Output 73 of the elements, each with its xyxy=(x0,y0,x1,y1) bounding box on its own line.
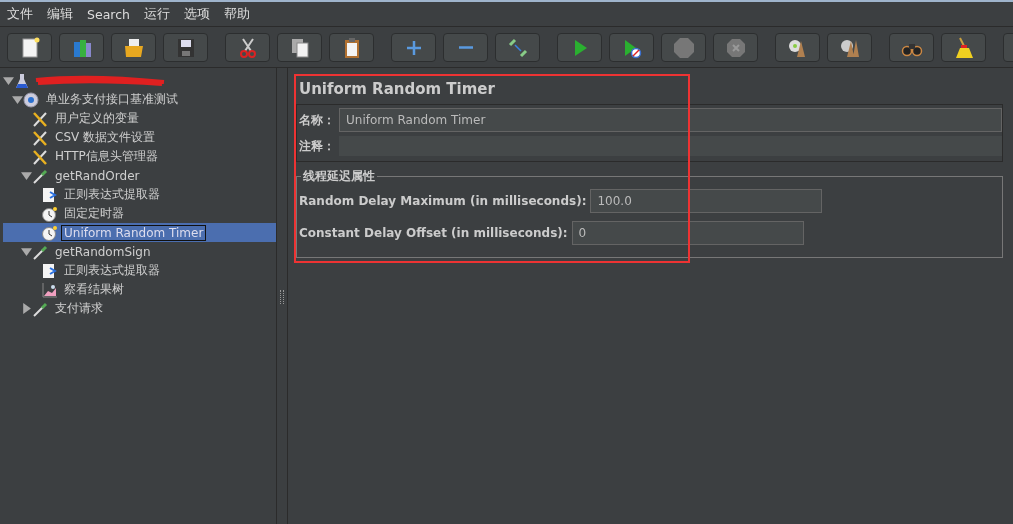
tree-item-label: 察看结果树 xyxy=(63,281,125,298)
comment-field[interactable] xyxy=(339,136,1002,156)
splitter-grip[interactable] xyxy=(280,290,284,304)
toolbar-button[interactable] xyxy=(775,33,820,62)
tree-row[interactable]: 支付请求 xyxy=(3,299,276,318)
toolbar-button[interactable] xyxy=(7,33,52,62)
wrench-screwdriver-icon xyxy=(32,110,48,127)
input-field[interactable]: 0 xyxy=(571,221,804,245)
field-label: Random Delay Maximum (in milliseconds): xyxy=(299,194,587,208)
tree-row[interactable]: 固定定时器 xyxy=(3,204,276,223)
toolbar-button[interactable] xyxy=(111,33,156,62)
toolbar-button[interactable] xyxy=(609,33,654,62)
cross-octagon-icon xyxy=(724,36,747,59)
tree-row[interactable]: 察看结果树 xyxy=(3,280,276,299)
field-label: 注释： xyxy=(299,137,335,155)
toolbar-button[interactable] xyxy=(277,33,322,62)
input-field[interactable]: 100.0 xyxy=(590,189,823,213)
toggle-arrows-icon xyxy=(506,36,529,59)
flask-icon xyxy=(14,72,30,89)
tree-item-label: HTTP信息头管理器 xyxy=(54,148,159,165)
menu-item[interactable]: 选项 xyxy=(183,5,210,23)
tree-row[interactable]: HTTP信息头管理器 xyxy=(3,147,276,166)
toolbar-button[interactable] xyxy=(941,33,986,62)
toolbar-button[interactable] xyxy=(827,33,872,62)
tree-item-label: Uniform Random Timer xyxy=(61,224,207,241)
wrench-screwdriver-icon xyxy=(32,148,48,165)
selected-tree-row[interactable]: Uniform Random Timer xyxy=(3,223,276,242)
tree-row[interactable]: getRandomSign xyxy=(3,242,276,261)
stop-sign-icon xyxy=(672,36,695,59)
menu-item[interactable]: Search xyxy=(87,6,130,22)
menu-item[interactable]: 编辑 xyxy=(47,5,73,23)
expanded-arrow-icon[interactable] xyxy=(21,246,32,257)
pipette-icon xyxy=(32,243,48,260)
chart-icon xyxy=(41,281,57,298)
wrench-screwdriver-icon xyxy=(32,129,48,146)
tree-item-label: 单业务支付接口基准测试 xyxy=(45,91,179,108)
toolbar-button[interactable] xyxy=(163,33,208,62)
expanded-arrow-icon[interactable] xyxy=(3,75,14,86)
field-label: Constant Delay Offset (in milliseconds): xyxy=(299,226,568,240)
tree-item-label: 支付请求 xyxy=(54,300,104,317)
gear-icon xyxy=(23,91,39,108)
toolbar-button[interactable] xyxy=(225,33,270,62)
tree-row[interactable]: CSV 数据文件设置 xyxy=(3,128,276,147)
toolbar-button[interactable] xyxy=(329,33,374,62)
group-title: 线程延迟属性 xyxy=(301,168,377,185)
pipette-icon xyxy=(32,300,48,317)
tree-item-label: 正则表达式提取器 xyxy=(63,186,161,203)
tree-row[interactable]: 单业务支付接口基准测试 xyxy=(3,90,276,109)
menu-item[interactable]: 运行 xyxy=(143,5,170,23)
tree-row[interactable]: 用户定义的变量 xyxy=(3,109,276,128)
tree-item-label: 正则表达式提取器 xyxy=(63,262,161,279)
menu-item[interactable]: 文件 xyxy=(7,5,33,23)
tree-item-label: 固定定时器 xyxy=(63,205,125,222)
pipette-icon xyxy=(32,167,48,184)
menu-item[interactable]: 帮助 xyxy=(223,5,250,23)
tree-row[interactable]: 正则表达式提取器 xyxy=(3,261,276,280)
name-field[interactable]: Uniform Random Timer xyxy=(339,108,1002,132)
stopwatch-icon xyxy=(41,205,57,222)
field-label: 名称： xyxy=(299,111,335,129)
expanded-arrow-icon[interactable] xyxy=(12,94,23,105)
stopwatch-icon xyxy=(41,224,57,241)
tree-item-label: getRandOrder xyxy=(54,167,141,184)
folder-icon xyxy=(122,36,145,59)
minus-icon xyxy=(458,46,473,49)
tree-row[interactable]: getRandOrder xyxy=(3,166,276,185)
toolbar-button[interactable] xyxy=(889,33,934,62)
tree-item-label: getRandomSign xyxy=(54,243,152,260)
collapsed-arrow-icon[interactable] xyxy=(21,303,32,314)
tree-row[interactable]: 正则表达式提取器 xyxy=(3,185,276,204)
panel-title: Uniform Random Timer xyxy=(299,80,496,98)
tree-item-label: 用户定义的变量 xyxy=(54,110,140,127)
tree-item-label: CSV 数据文件设置 xyxy=(54,129,157,146)
expanded-arrow-icon[interactable] xyxy=(21,170,32,181)
